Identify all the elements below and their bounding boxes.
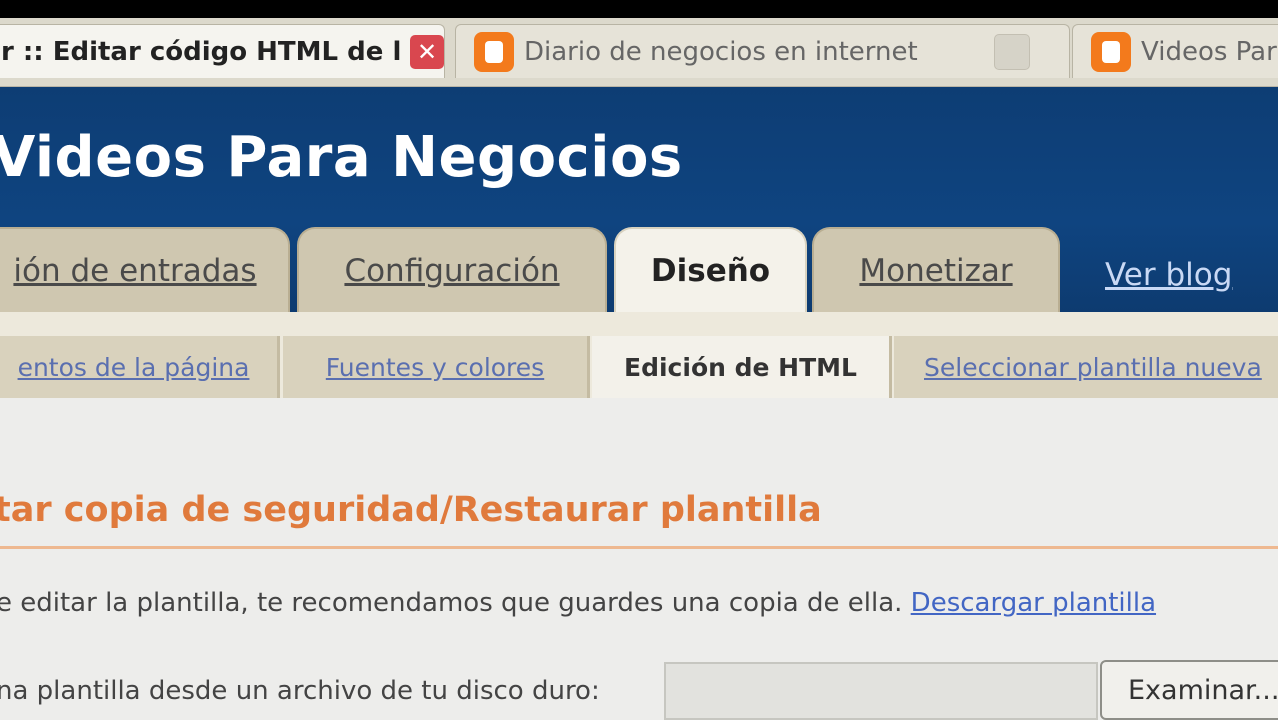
close-tab-icon[interactable] — [994, 33, 1030, 70]
browse-button[interactable]: Examinar... — [1100, 660, 1278, 720]
subtab-edicion-html[interactable]: Edición de HTML — [592, 336, 892, 398]
browser-tab-diario[interactable]: Diario de negocios en internet — [455, 24, 1070, 78]
browser-tab-label: r :: Editar código HTML de l... — [1, 36, 400, 67]
section-title: tar copia de seguridad/Restaurar plantil… — [0, 490, 822, 530]
top-black-bar — [0, 0, 1278, 18]
tab-monetizar[interactable]: Monetizar — [812, 227, 1060, 313]
browser-tab-strip: r :: Editar código HTML de l... ✕ Diario… — [0, 18, 1278, 87]
template-file-input[interactable] — [664, 662, 1098, 720]
blogger-icon — [474, 31, 514, 72]
tab-edicion-entradas[interactable]: ión de entradas — [0, 227, 290, 313]
view-blog-link[interactable]: Ver blog — [1105, 257, 1232, 293]
upload-text: na plantilla desde un archivo de tu disc… — [0, 676, 600, 706]
section-divider — [0, 546, 1278, 549]
close-tab-icon[interactable]: ✕ — [410, 34, 444, 69]
browser-tab-editar-html[interactable]: r :: Editar código HTML de l... ✕ — [0, 24, 445, 78]
subtab-elementos-pagina[interactable]: entos de la página — [0, 336, 280, 398]
browser-tab-label: Videos Para — [1141, 36, 1278, 67]
browser-tab-videos[interactable]: Videos Para — [1072, 24, 1278, 78]
main-content: tar copia de seguridad/Restaurar plantil… — [0, 398, 1278, 720]
blogger-icon — [1091, 31, 1131, 72]
backup-instructions: e editar la plantilla, te recomendamos q… — [0, 588, 1156, 618]
browser-tab-label: Diario de negocios en internet — [524, 36, 918, 67]
download-template-link[interactable]: Descargar plantilla — [911, 588, 1156, 618]
subtab-seleccionar-plantilla[interactable]: Seleccionar plantilla nueva — [894, 336, 1278, 398]
design-subtabs: entos de la página Fuentes y colores Edi… — [0, 312, 1278, 398]
blog-title: Videos Para Negocios — [0, 125, 683, 190]
subtab-fuentes-colores[interactable]: Fuentes y colores — [283, 336, 590, 398]
tab-configuracion[interactable]: Configuración — [297, 227, 607, 313]
tab-diseno[interactable]: Diseño — [614, 227, 807, 313]
blogger-header: Videos Para Negocios ión de entradas Con… — [0, 87, 1278, 313]
backup-text: e editar la plantilla, te recomendamos q… — [0, 588, 903, 618]
